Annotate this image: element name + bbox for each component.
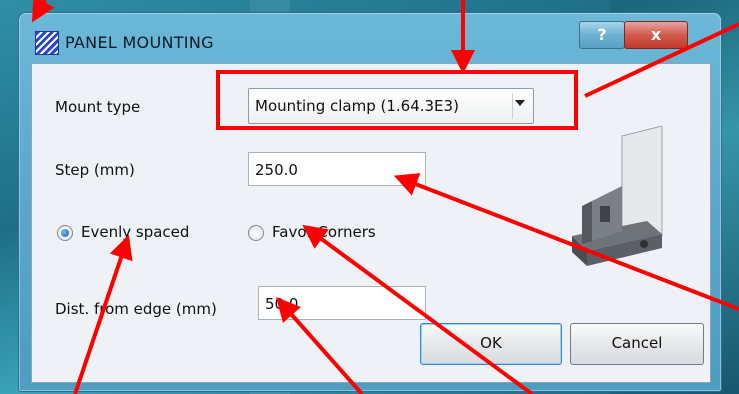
mounting-clamp-preview-icon bbox=[572, 126, 663, 266]
annotation-arrow bbox=[31, 0, 55, 23]
step-label: Step (mm) bbox=[55, 161, 135, 179]
ok-button[interactable]: OK bbox=[420, 323, 562, 365]
dist-from-edge-input[interactable]: 50.0 bbox=[258, 286, 426, 320]
dist-from-edge-label: Dist. from edge (mm) bbox=[55, 300, 217, 318]
panel-mounting-dialog: PANEL MOUNTING ? x Mount type Mounting c… bbox=[18, 12, 722, 392]
evenly-spaced-label: Evenly spaced bbox=[81, 223, 190, 241]
dialog-title: PANEL MOUNTING bbox=[65, 33, 214, 52]
close-button[interactable]: x bbox=[624, 21, 688, 49]
app-icon bbox=[35, 31, 59, 55]
title-bar[interactable]: PANEL MOUNTING ? x bbox=[19, 13, 721, 61]
cancel-button[interactable]: Cancel bbox=[570, 323, 704, 365]
help-button[interactable]: ? bbox=[579, 21, 625, 49]
mount-type-label: Mount type bbox=[55, 98, 141, 116]
step-input[interactable]: 250.0 bbox=[248, 152, 426, 186]
annotation-highlight-box bbox=[216, 70, 578, 130]
favor-corners-label: Favor Corners bbox=[272, 223, 376, 241]
radio-selected-icon bbox=[57, 225, 73, 241]
radio-unselected-icon bbox=[248, 225, 264, 241]
